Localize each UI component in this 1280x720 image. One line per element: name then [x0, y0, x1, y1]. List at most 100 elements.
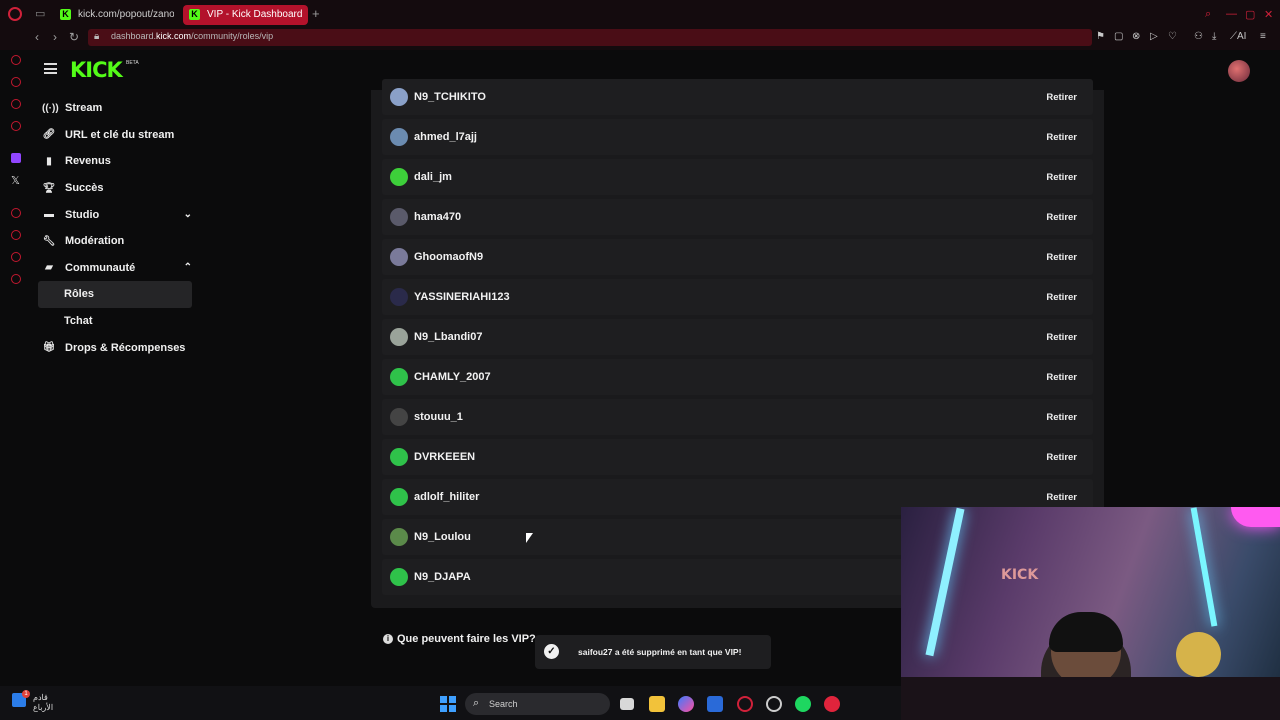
trophy-icon: 🏆︎	[42, 182, 56, 194]
sidebar-item-url-key[interactable]: 🔗︎ URL et clé du stream	[30, 122, 200, 149]
sidebar-item-drops[interactable]: 🎁︎ Drops & Récompenses	[30, 334, 200, 361]
ai-button[interactable]: ⟋AI	[1230, 31, 1246, 42]
heart-icon[interactable]: ♡	[1168, 31, 1177, 42]
sidebar-app-icon[interactable]	[11, 55, 21, 65]
remove-vip-button[interactable]: Retirer	[1046, 372, 1077, 383]
chevron-up-icon: ⌃	[183, 262, 192, 274]
sidebar-app-icon[interactable]	[11, 99, 21, 109]
sidebar-item-tchat[interactable]: Tchat	[30, 308, 200, 335]
sidebar-item-studio[interactable]: ▬ Studio ⌄	[30, 201, 200, 228]
info-icon: i	[383, 634, 393, 644]
vip-username: DVRKEEEN	[414, 451, 476, 463]
vip-username: dali_jm	[414, 171, 452, 183]
vip-row: GhoomaofN9 Retirer	[382, 239, 1093, 275]
gift-icon: 🎁︎	[42, 342, 56, 354]
task-view-icon[interactable]	[620, 698, 634, 710]
remove-vip-button[interactable]: Retirer	[1046, 132, 1077, 143]
hamburger-menu-icon[interactable]	[44, 63, 57, 74]
sidebar-app-icon[interactable]	[11, 77, 21, 87]
address-bar[interactable]: 🔒︎ dashboard.kick.com/community/roles/vi…	[88, 29, 1092, 46]
remove-vip-button[interactable]: Retirer	[1046, 492, 1077, 503]
kick-logo[interactable]: KICK	[70, 58, 123, 82]
tab-popout[interactable]: K kick.com/popout/zanoun/	[54, 5, 174, 25]
opera-logo-icon[interactable]	[8, 7, 22, 21]
remove-vip-button[interactable]: Retirer	[1046, 412, 1077, 423]
app-icon[interactable]	[824, 696, 840, 712]
play-icon[interactable]: ▷	[1150, 31, 1158, 42]
spotify-icon[interactable]	[795, 696, 811, 712]
start-button[interactable]	[440, 696, 456, 712]
sidebar-app-icon[interactable]	[11, 252, 21, 262]
browser-sidebar: 𝕏	[0, 50, 30, 686]
studio-icon: ▬	[44, 209, 54, 221]
sidebar-item-communaute[interactable]: ▰ Communauté ⌃	[30, 255, 200, 282]
minimize-icon[interactable]: —	[1226, 8, 1237, 20]
vip-info-link[interactable]: i Que peuvent faire les VIP?	[383, 633, 536, 645]
lock-icon: 🔒︎	[94, 31, 100, 42]
history-icon[interactable]	[11, 230, 21, 240]
remove-vip-button[interactable]: Retirer	[1046, 452, 1077, 463]
vip-username: N9_Loulou	[414, 531, 471, 543]
tab-menu-icon[interactable]: ▭	[35, 8, 47, 20]
notification-badge: 1	[22, 690, 30, 698]
store-icon[interactable]	[707, 696, 723, 712]
vip-row: N9_TCHIKITO Retirer	[382, 79, 1093, 115]
remove-vip-button[interactable]: Retirer	[1046, 212, 1077, 223]
forward-icon[interactable]: ›	[53, 30, 57, 44]
remove-vip-button[interactable]: Retirer	[1046, 332, 1077, 343]
bookmark-icon[interactable]: ⚑	[1096, 31, 1105, 42]
sidebar-item-stream[interactable]: ((·)) Stream	[30, 95, 200, 122]
block-icon[interactable]: ⊗	[1132, 31, 1140, 42]
remove-vip-button[interactable]: Retirer	[1046, 172, 1077, 183]
remove-vip-button[interactable]: Retirer	[1046, 92, 1077, 103]
avatar	[390, 368, 408, 386]
vip-username: adlolf_hiliter	[414, 491, 480, 503]
x-twitter-icon[interactable]: 𝕏	[11, 174, 20, 187]
sidebar-app-icon[interactable]	[11, 208, 21, 218]
file-explorer-icon[interactable]	[649, 696, 665, 712]
obs-icon[interactable]	[766, 696, 782, 712]
remove-vip-button[interactable]: Retirer	[1046, 252, 1077, 263]
vip-row: CHAMLY_2007 Retirer	[382, 359, 1093, 395]
url-text: dashboard.kick.com/community/roles/vip	[111, 31, 274, 41]
sidebar-item-moderation[interactable]: 🔧︎ Modération	[30, 228, 200, 255]
settings-icon[interactable]	[11, 274, 21, 284]
search-icon: ⌕	[473, 697, 480, 709]
sidebar-item-revenus[interactable]: ▮ Revenus	[30, 148, 200, 175]
vip-username: N9_Lbandi07	[414, 331, 483, 343]
sidebar-app-icon[interactable]	[11, 121, 21, 131]
download-icon[interactable]: ⤓	[1212, 31, 1216, 42]
avatar	[390, 288, 408, 306]
copilot-icon[interactable]	[678, 696, 694, 712]
avatar	[390, 168, 408, 186]
remove-vip-button[interactable]: Retirer	[1046, 292, 1077, 303]
twitch-icon[interactable]	[11, 153, 21, 163]
sidebar-item-succes[interactable]: 🏆︎ Succès	[30, 175, 200, 202]
snapshot-icon[interactable]: ▢	[1114, 31, 1123, 42]
search-tabs-icon[interactable]: ⌕	[1205, 8, 1211, 21]
vip-row: dali_jm Retirer	[382, 159, 1093, 195]
account-icon[interactable]: ⚇	[1194, 31, 1203, 42]
taskbar-search[interactable]: ⌕ Search	[465, 693, 610, 715]
close-icon[interactable]: ✕	[1264, 8, 1273, 21]
menu-icon[interactable]: ≡	[1260, 31, 1266, 42]
vip-row: DVRKEEEN Retirer	[382, 439, 1093, 475]
reload-icon[interactable]: ↻	[69, 30, 79, 44]
toast-notification: ✓ saifou27 a été supprimé en tant que VI…	[535, 635, 771, 669]
avatar[interactable]	[1228, 60, 1250, 82]
back-icon[interactable]: ‹	[35, 30, 39, 44]
opera-gx-icon[interactable]	[737, 696, 753, 712]
avatar	[390, 128, 408, 146]
avatar	[390, 328, 408, 346]
new-tab-icon[interactable]: +	[312, 6, 320, 21]
vip-username: N9_DJAPA	[414, 571, 471, 583]
avatar	[390, 408, 408, 426]
kick-neon-sign: KICK	[1001, 567, 1039, 583]
avatar	[390, 448, 408, 466]
weather-text[interactable]: قادم الأرباع	[33, 693, 53, 713]
tab-vip-dashboard[interactable]: K VIP - Kick Dashboard	[183, 5, 308, 25]
wrench-icon: 🔧︎	[42, 235, 56, 247]
maximize-icon[interactable]: ▢	[1245, 8, 1255, 21]
dashboard-sidebar: ((·)) Stream 🔗︎ URL et clé du stream ▮ R…	[30, 95, 200, 361]
sidebar-item-roles[interactable]: Rôles	[38, 281, 192, 308]
